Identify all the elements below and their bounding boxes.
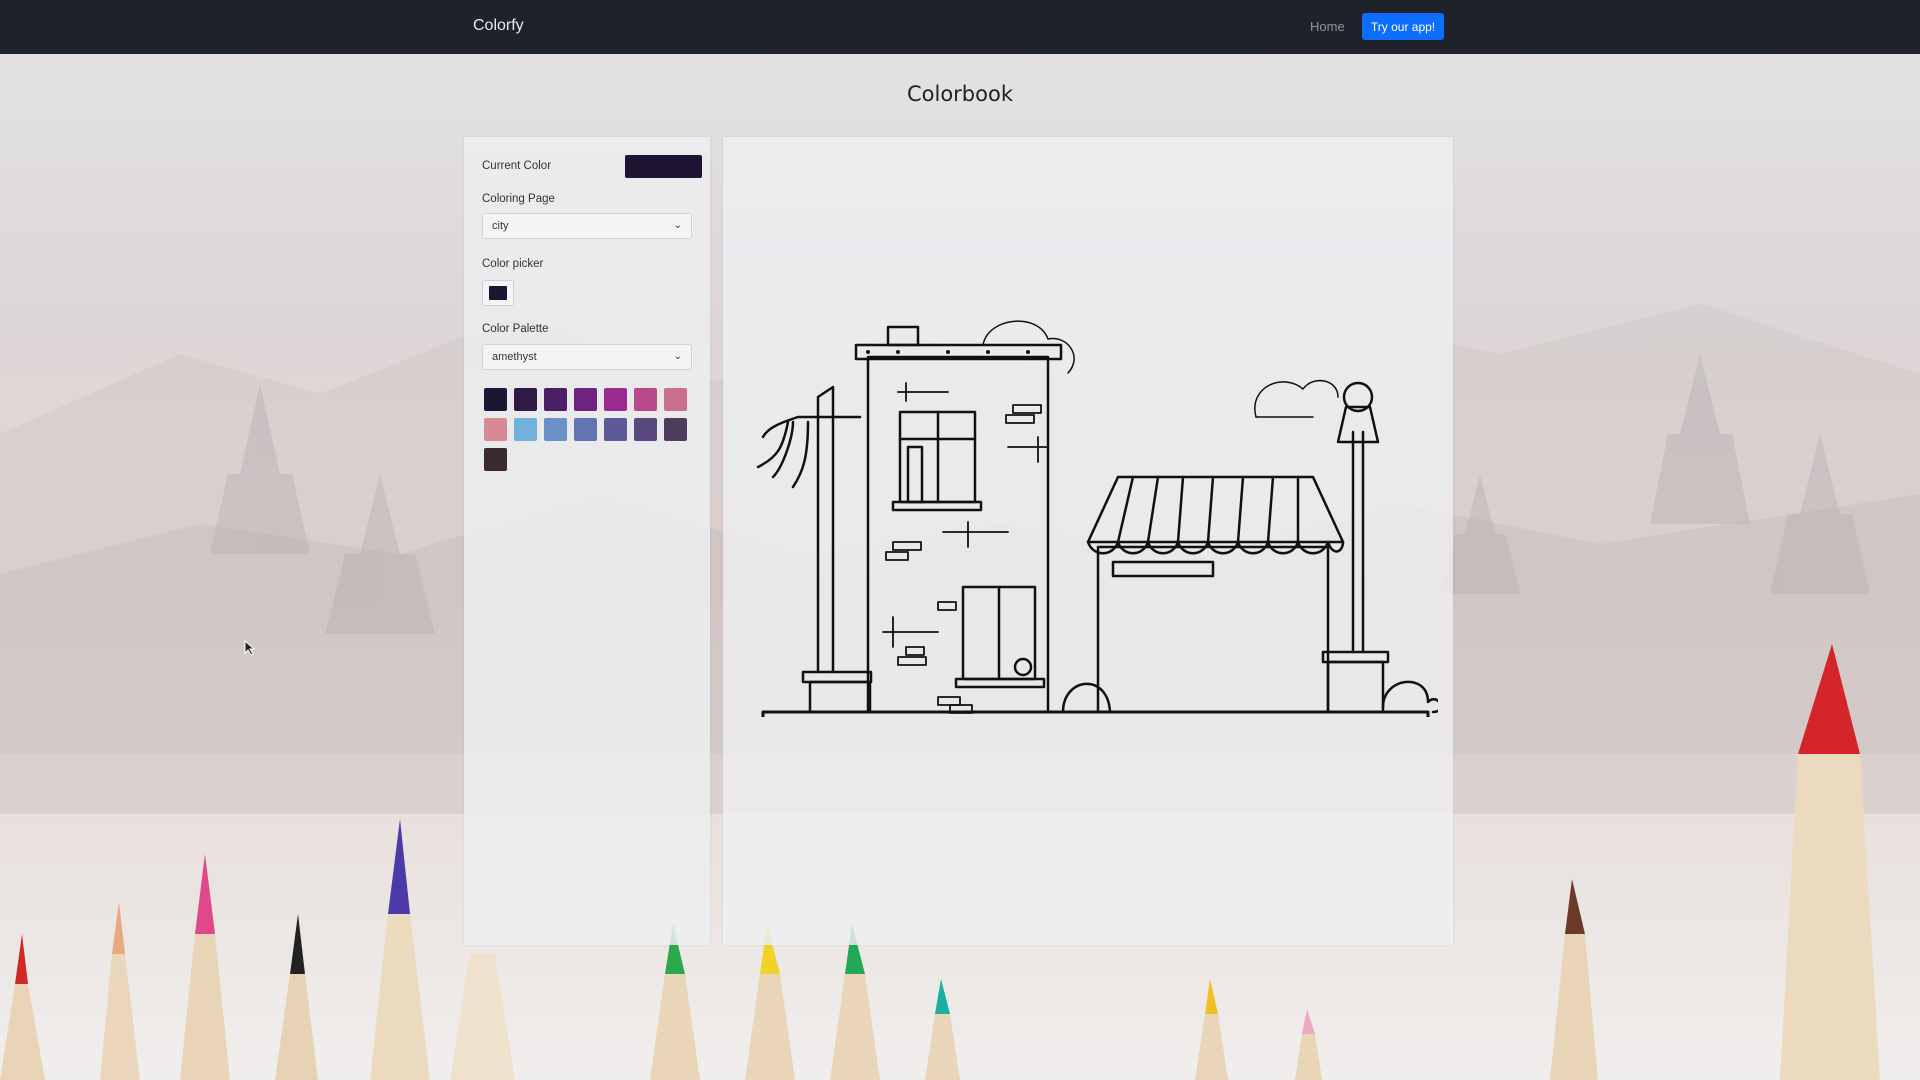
brand-logo[interactable]: Colorfy bbox=[473, 17, 524, 35]
color-picker-input[interactable] bbox=[482, 280, 514, 306]
page-title: Colorbook bbox=[906, 82, 1013, 106]
current-color-label: Current Color bbox=[482, 160, 552, 172]
palette-swatch[interactable] bbox=[604, 388, 627, 411]
chevron-down-icon: ⌄ bbox=[673, 220, 682, 231]
palette-swatch[interactable] bbox=[634, 388, 657, 411]
top-navbar: Colorfy Home Try our app! bbox=[0, 0, 1920, 54]
palette-swatch[interactable] bbox=[634, 418, 657, 441]
palette-swatch[interactable] bbox=[544, 418, 567, 441]
current-color-swatch bbox=[625, 155, 702, 178]
coloring-page-select[interactable]: city ⌄ bbox=[482, 213, 692, 239]
palette-swatch[interactable] bbox=[574, 418, 597, 441]
try-app-button[interactable]: Try our app! bbox=[1362, 13, 1444, 40]
palette-swatch[interactable] bbox=[484, 388, 507, 411]
palette-swatch[interactable] bbox=[484, 448, 507, 471]
color-palette-label: Color Palette bbox=[482, 323, 549, 335]
coloring-page-label: Coloring Page bbox=[482, 193, 555, 205]
controls-sidebar: Current Color Coloring Page city ⌄ Color… bbox=[464, 137, 710, 945]
palette-swatch[interactable] bbox=[514, 418, 537, 441]
color-picker-label: Color picker bbox=[482, 258, 544, 270]
palette-swatch[interactable] bbox=[484, 418, 507, 441]
coloring-canvas[interactable] bbox=[723, 137, 1453, 945]
color-picker-preview bbox=[489, 286, 507, 300]
color-palette-value: amethyst bbox=[492, 351, 537, 363]
palette-swatch[interactable] bbox=[544, 388, 567, 411]
palette-swatch[interactable] bbox=[514, 388, 537, 411]
palette-swatch[interactable] bbox=[574, 388, 597, 411]
city-coloring-illustration[interactable] bbox=[738, 317, 1438, 717]
color-palette-select[interactable]: amethyst ⌄ bbox=[482, 344, 692, 370]
nav-home-link[interactable]: Home bbox=[1310, 19, 1345, 34]
coloring-page-value: city bbox=[492, 220, 509, 232]
chevron-down-icon: ⌄ bbox=[673, 351, 682, 362]
palette-swatch[interactable] bbox=[664, 388, 687, 411]
mouse-cursor-icon bbox=[244, 640, 256, 656]
palette-swatch[interactable] bbox=[664, 418, 687, 441]
palette-swatch[interactable] bbox=[604, 418, 627, 441]
